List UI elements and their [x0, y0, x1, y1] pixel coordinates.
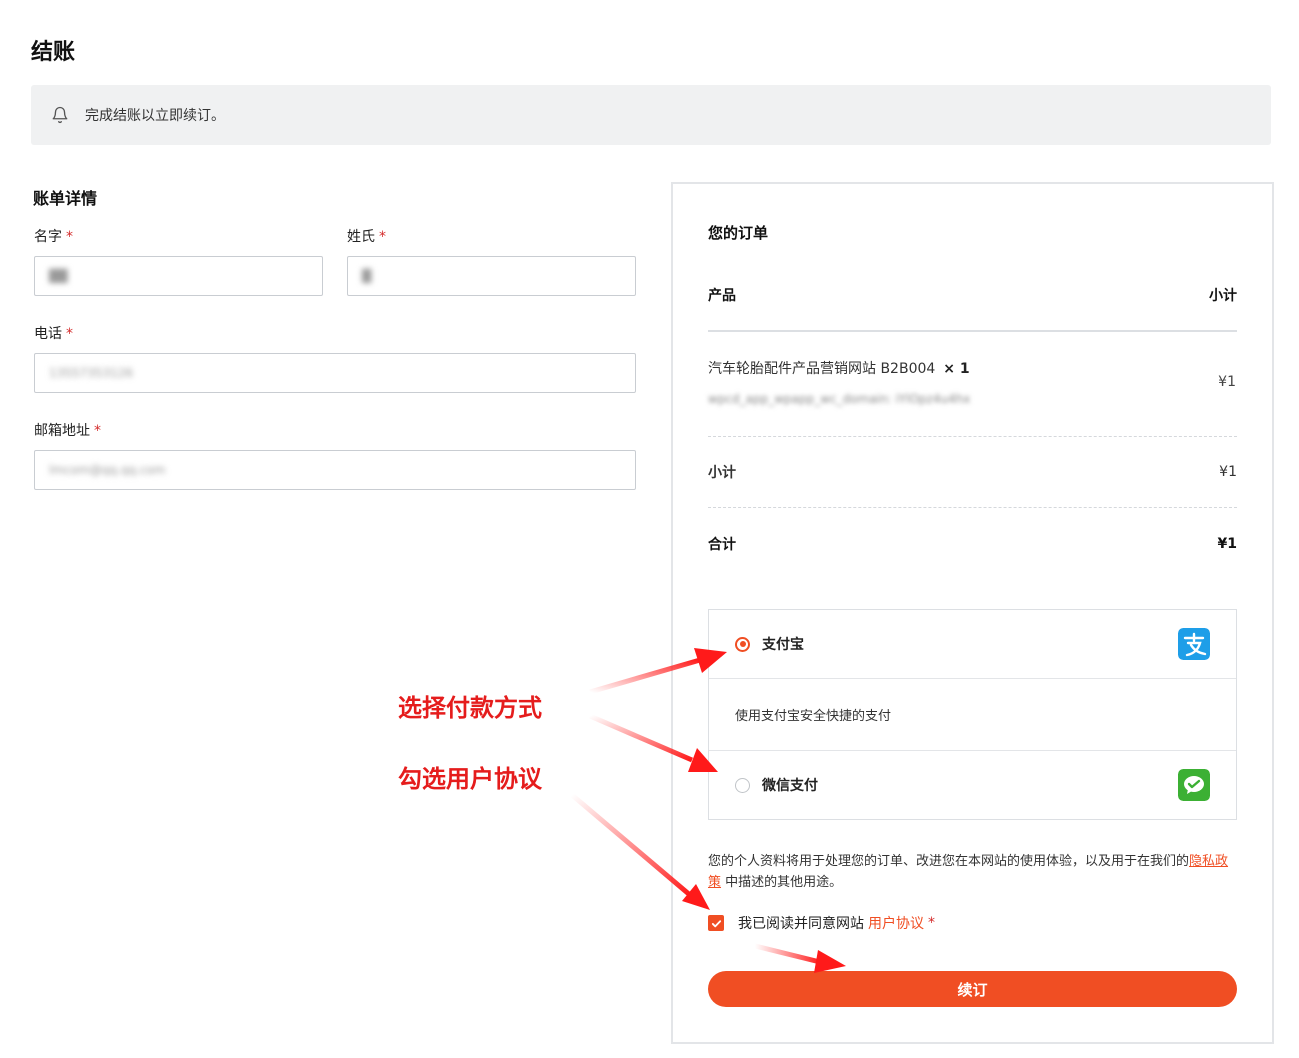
first-name-field[interactable]: ██: [34, 256, 323, 296]
total-value: ¥1: [1217, 536, 1237, 552]
privacy-text-after: 中描述的其他用途。: [721, 875, 843, 890]
product-name: 汽车轮胎配件产品营销网站 B2B004 × 1: [708, 358, 970, 378]
user-agreement-link[interactable]: 用户协议: [868, 913, 924, 933]
col-subtotal: 小计: [1209, 288, 1237, 304]
alipay-description-text: 使用支付宝安全快捷的支付: [735, 709, 892, 724]
required-mark: *: [928, 915, 935, 931]
order-table-header: 产品 小计: [708, 285, 1237, 305]
last-name-label-text: 姓氏: [347, 229, 375, 245]
email-label: 邮箱地址 *: [34, 420, 101, 440]
agreement-row: 我已阅读并同意网站 用户协议 *: [708, 913, 935, 933]
phone-label-text: 电话: [34, 326, 62, 342]
order-title: 您的订单: [708, 224, 769, 242]
subtotal-label: 小计: [708, 465, 736, 481]
last-name-label: 姓氏 *: [347, 226, 386, 246]
phone-value: 13557353126: [49, 366, 133, 380]
checkmark-icon: [711, 919, 721, 927]
annotation-check-agreement: 勾选用户协议: [398, 765, 542, 793]
product-meta: wpcd_app_wpapp_wc_domain: iYlOpz4u4hx: [708, 392, 971, 406]
divider: [708, 436, 1237, 437]
col-product: 产品: [708, 288, 736, 304]
first-name-label: 名字 *: [34, 226, 73, 246]
required-mark: *: [379, 229, 386, 245]
header-divider: [708, 330, 1237, 332]
required-mark: *: [66, 229, 73, 245]
alipay-label: 支付宝: [762, 637, 804, 653]
last-name-field[interactable]: █: [347, 256, 636, 296]
annotation-select-payment: 选择付款方式: [398, 694, 542, 722]
first-name-label-text: 名字: [34, 229, 62, 245]
total-row: 合计 ¥1: [708, 534, 1237, 554]
divider: [708, 507, 1237, 508]
page-title: 结账: [31, 40, 76, 65]
agreement-checkbox[interactable]: [708, 915, 724, 931]
alipay-description: 使用支付宝安全快捷的支付: [709, 679, 1236, 750]
wechat-pay-icon: [1178, 769, 1210, 801]
subtotal-row: 小计 ¥1: [708, 462, 1237, 482]
payment-option-wechat[interactable]: 微信支付: [709, 751, 1236, 819]
payment-methods: 支付宝 使用支付宝安全快捷的支付 微信支付: [708, 609, 1237, 820]
payment-option-alipay[interactable]: 支付宝: [709, 610, 1236, 678]
email-value: lmcom@qq.qq.com: [49, 463, 166, 477]
renew-button[interactable]: 续订: [708, 971, 1237, 1007]
email-label-text: 邮箱地址: [34, 423, 90, 439]
email-field[interactable]: lmcom@qq.qq.com: [34, 450, 636, 490]
notice-text: 完成结账以立即续订。: [85, 108, 225, 124]
alipay-radio[interactable]: [735, 636, 750, 652]
agreement-text: 我已阅读并同意网站: [738, 916, 864, 932]
product-qty: × 1: [943, 361, 970, 377]
first-name-value: ██: [49, 269, 68, 283]
bell-icon: [52, 106, 68, 124]
notice-banner: 完成结账以立即续订。: [31, 85, 1271, 145]
wechat-radio[interactable]: [735, 777, 750, 793]
total-label: 合计: [708, 537, 736, 553]
alipay-icon: [1178, 628, 1210, 660]
phone-label: 电话 *: [34, 323, 73, 343]
product-name-text: 汽车轮胎配件产品营销网站 B2B004: [708, 361, 936, 377]
wechat-label: 微信支付: [762, 778, 818, 794]
last-name-value: █: [362, 269, 372, 283]
product-price: ¥1: [1218, 374, 1236, 390]
billing-title: 账单详情: [33, 189, 98, 208]
required-mark: *: [66, 326, 73, 342]
phone-field[interactable]: 13557353126: [34, 353, 636, 393]
privacy-notice: 您的个人资料将用于处理您的订单、改进您在本网站的使用体验，以及用于在我们的隐私政…: [708, 851, 1238, 893]
subtotal-value: ¥1: [1219, 464, 1237, 480]
required-mark: *: [94, 423, 101, 439]
privacy-text: 您的个人资料将用于处理您的订单、改进您在本网站的使用体验，以及用于在我们的: [708, 854, 1190, 869]
